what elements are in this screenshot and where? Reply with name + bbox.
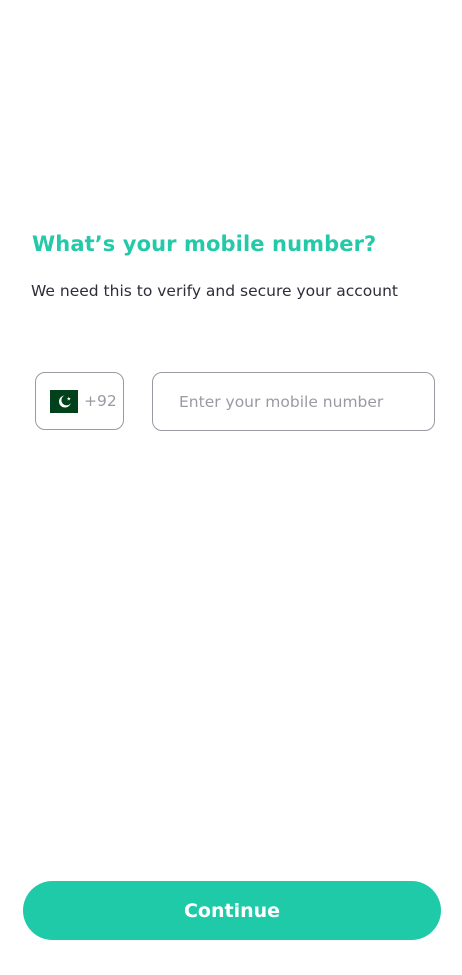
mobile-number-input[interactable] bbox=[152, 372, 435, 431]
country-code-selector[interactable]: +92 bbox=[35, 372, 124, 430]
page-subtitle: We need this to verify and secure your a… bbox=[31, 282, 398, 300]
pakistan-flag-icon bbox=[50, 389, 78, 413]
page-title: What’s your mobile number? bbox=[32, 232, 377, 256]
continue-button[interactable]: Continue bbox=[23, 881, 441, 940]
dial-code: +92 bbox=[84, 392, 117, 410]
